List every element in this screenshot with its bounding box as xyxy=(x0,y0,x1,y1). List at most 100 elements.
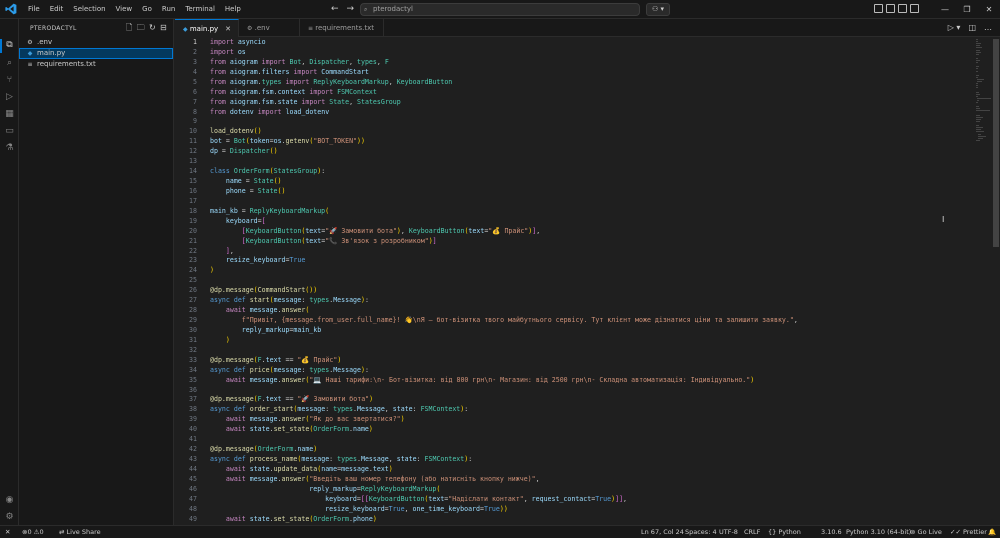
language-mode[interactable]: {} Python xyxy=(768,526,801,538)
code-line[interactable]: 22 ], xyxy=(175,246,1000,256)
maximize-icon[interactable]: ❐ xyxy=(956,0,978,19)
code-line[interactable]: 36 xyxy=(175,385,1000,395)
code-line[interactable]: 35 await message.answer("💻 Наші тарифи:\… xyxy=(175,375,1000,385)
code-line[interactable]: 39 await message.answer("Як до вас зверт… xyxy=(175,414,1000,424)
menu-item-edit[interactable]: Edit xyxy=(45,0,69,19)
close-tab-icon[interactable]: ✕ xyxy=(225,20,231,38)
code-line[interactable]: 45 await message.answer("Введіть ваш ном… xyxy=(175,474,1000,484)
code-line[interactable]: 21 [KeyboardButton(text="📞 Зв'язок з роз… xyxy=(175,236,1000,246)
code-line[interactable]: 24) xyxy=(175,265,1000,275)
code-line[interactable]: 4 from aiogram.filters import CommandStar… xyxy=(175,67,1000,77)
code-line[interactable]: 12 dp = Dispatcher() xyxy=(175,146,1000,156)
more-actions-icon[interactable]: … xyxy=(984,19,992,37)
new-file-icon[interactable]: 🗋 xyxy=(126,23,133,33)
menu-item-selection[interactable]: Selection xyxy=(68,0,110,19)
code-line[interactable]: 11 bot = Bot(token=os.getenv("BOT_TOKEN")… xyxy=(175,136,1000,146)
code-line[interactable]: 44 await state.update_data(name=message.… xyxy=(175,464,1000,474)
code-line[interactable]: 16 phone = State() xyxy=(175,186,1000,196)
cursor-position[interactable]: Ln 67, Col 24 xyxy=(641,526,684,538)
notifications-bell-icon[interactable]: 🔔 xyxy=(988,526,996,538)
code-line[interactable]: 28 await message.answer( xyxy=(175,305,1000,315)
toggle-bottom-panel-icon[interactable] xyxy=(898,4,907,13)
code-line[interactable]: 3 from aiogram import Bot, Dispatcher, ty… xyxy=(175,57,1000,67)
menu-item-run[interactable]: Run xyxy=(157,0,180,19)
toggle-secondary-sidebar-icon[interactable] xyxy=(910,4,919,13)
code-line[interactable]: 9 xyxy=(175,116,1000,126)
code-line[interactable]: 27 async def start(message: types.Message… xyxy=(175,295,1000,305)
python-version[interactable]: 3.10.6 xyxy=(821,526,842,538)
collapse-all-icon[interactable]: ⊟ xyxy=(160,23,167,33)
code-line[interactable]: 5 from aiogram.types import ReplyKeyboard… xyxy=(175,77,1000,87)
problems-indicator[interactable]: ⊗0 ⚠0 xyxy=(22,526,44,538)
code-line[interactable]: 40 await state.set_state(OrderForm.name) xyxy=(175,424,1000,434)
search-icon[interactable]: ⌕ xyxy=(4,58,15,69)
code-line[interactable]: 6 from aiogram.fsm.context import FSMCont… xyxy=(175,87,1000,97)
file-item[interactable]: ≡ requirements.txt xyxy=(19,59,173,70)
account-icon[interactable]: ◉ xyxy=(4,495,15,506)
code-line[interactable]: 47 keyboard=[[KeyboardButton(text="Надіс… xyxy=(175,494,1000,504)
remote-explorer-icon[interactable]: ▭ xyxy=(4,126,15,137)
tab-env[interactable]: ⚙ .env xyxy=(239,19,300,37)
copilot-button[interactable]: ⚇ ▾ xyxy=(646,3,670,16)
code-line[interactable]: 13 xyxy=(175,156,1000,166)
code-line[interactable]: 42 @dp.message(OrderForm.name) xyxy=(175,444,1000,454)
code-line[interactable]: 32 xyxy=(175,345,1000,355)
split-editor-icon[interactable]: ◫ xyxy=(968,19,976,37)
interpreter-selector[interactable]: Python 3.10 (64-bit) xyxy=(846,526,911,538)
code-line[interactable]: 17 xyxy=(175,196,1000,206)
back-arrow-icon[interactable]: ← xyxy=(331,3,339,15)
go-live-button[interactable]: ⊚ Go Live xyxy=(910,526,942,538)
remote-indicator-icon[interactable]: ✕ xyxy=(5,526,10,538)
line-ending[interactable]: CRLF xyxy=(744,526,760,538)
menu-item-go[interactable]: Go xyxy=(137,0,157,19)
code-line[interactable]: 41 xyxy=(175,434,1000,444)
code-line[interactable]: 29 f"Привіт, {message.from_user.full_nam… xyxy=(175,315,1000,325)
minimap[interactable] xyxy=(975,37,992,525)
code-line[interactable]: 31 ) xyxy=(175,335,1000,345)
code-line[interactable]: 38 async def order_start(message: types.M… xyxy=(175,404,1000,414)
forward-arrow-icon[interactable]: → xyxy=(347,3,355,15)
code-line[interactable]: 7 from aiogram.fsm.state import State, St… xyxy=(175,97,1000,107)
file-item[interactable]: ⚙ .env xyxy=(19,37,173,48)
code-line[interactable]: 10 load_dotenv() xyxy=(175,126,1000,136)
code-line[interactable]: 30 reply_markup=main_kb xyxy=(175,325,1000,335)
extensions-icon[interactable]: ▦ xyxy=(4,109,15,120)
new-folder-icon[interactable]: 🗀 xyxy=(137,23,145,33)
menu-item-file[interactable]: File xyxy=(23,0,45,19)
settings-gear-icon[interactable]: ⚙ xyxy=(4,512,15,523)
code-line[interactable]: 43 async def process_name(message: types.… xyxy=(175,454,1000,464)
code-line[interactable]: 49 await state.set_state(OrderForm.phone… xyxy=(175,514,1000,524)
toggle-panel-icon[interactable] xyxy=(874,4,883,13)
scrollbar-thumb[interactable] xyxy=(993,39,999,247)
source-control-icon[interactable]: ⑂ xyxy=(4,75,15,86)
code-line[interactable]: 8 from dotenv import load_dotenv xyxy=(175,107,1000,117)
code-line[interactable]: 33 @dp.message(F.text == "💰 Прайс") xyxy=(175,355,1000,365)
code-line[interactable]: 48 resize_keyboard=True, one_time_keyboa… xyxy=(175,504,1000,514)
code-line[interactable]: 20 [KeyboardButton(text="🚀 Замовити бота… xyxy=(175,226,1000,236)
command-center-search[interactable]: ⌕ pterodactyl xyxy=(360,3,640,16)
code-line[interactable]: 26 @dp.message(CommandStart()) xyxy=(175,285,1000,295)
code-line[interactable]: 14 class OrderForm(StatesGroup): xyxy=(175,166,1000,176)
file-item[interactable]: ◆ main.py xyxy=(19,48,173,59)
menu-item-terminal[interactable]: Terminal xyxy=(180,0,220,19)
minimize-icon[interactable]: — xyxy=(934,0,956,19)
run-icon[interactable]: ▷ ▾ xyxy=(948,19,961,37)
prettier-status[interactable]: ✓✓ Prettier xyxy=(950,526,987,538)
code-line[interactable]: 34 async def price(message: types.Message… xyxy=(175,365,1000,375)
code-line[interactable]: 25 xyxy=(175,275,1000,285)
code-line[interactable]: 1 import asyncio xyxy=(175,37,1000,47)
code-line[interactable]: 37 @dp.message(F.text == "🚀 Замовити бота… xyxy=(175,394,1000,404)
code-editor[interactable]: 1 import asyncio 2 import os 3 from aiogram i… xyxy=(175,37,1000,525)
code-line[interactable]: 19 keyboard=[ xyxy=(175,216,1000,226)
code-line[interactable]: 2 import os xyxy=(175,47,1000,57)
tab-requirements-txt[interactable]: ≡ requirements.txt xyxy=(300,19,384,37)
tab-main-py[interactable]: ◆ main.py ✕ xyxy=(175,19,239,37)
refresh-icon[interactable]: ↻ xyxy=(149,23,156,33)
indentation[interactable]: Spaces: 4 xyxy=(685,526,717,538)
testing-icon[interactable]: ⚗ xyxy=(4,143,15,154)
run-debug-icon[interactable]: ▷ xyxy=(4,92,15,103)
explorer-icon[interactable]: ⧉ xyxy=(4,40,15,51)
menu-item-view[interactable]: View xyxy=(111,0,138,19)
live-share-button[interactable]: ⇄ Live Share xyxy=(59,526,101,538)
close-window-icon[interactable]: ✕ xyxy=(978,0,1000,19)
